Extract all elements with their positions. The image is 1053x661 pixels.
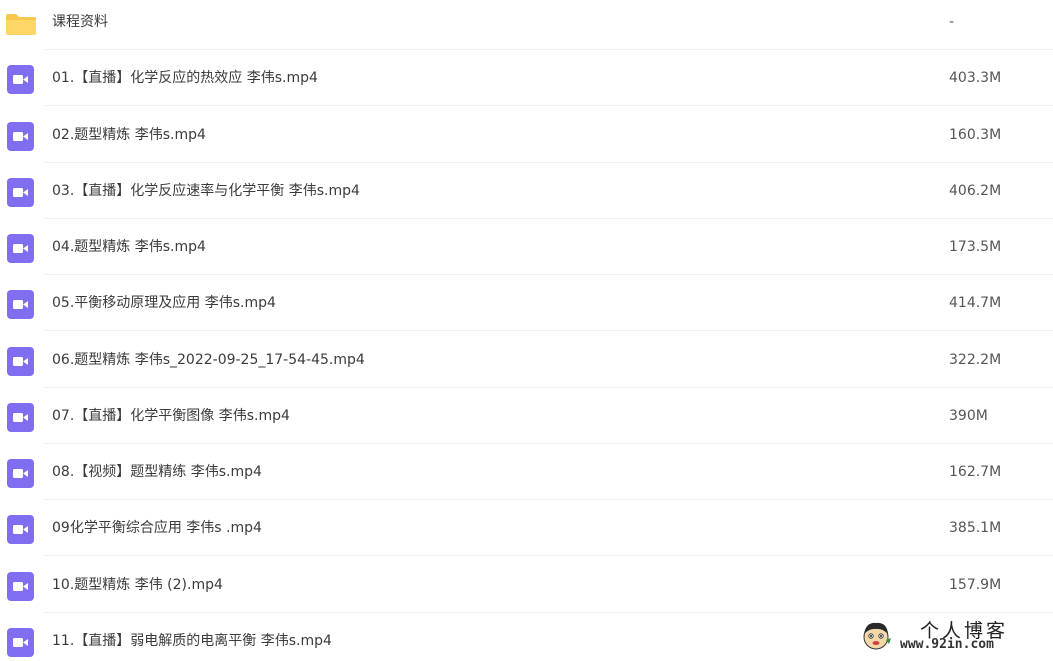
- file-row[interactable]: 10.题型精炼 李伟 (2).mp4 157.9M: [0, 557, 1053, 613]
- video-file-icon: [7, 65, 34, 94]
- file-size: 157.9M: [949, 577, 1002, 593]
- video-file-icon: [7, 572, 34, 601]
- file-size: 385.1M: [949, 520, 1002, 536]
- file-size: 406.2M: [949, 183, 1002, 199]
- row-divider: [44, 330, 1053, 331]
- file-name: 04.题型精炼 李伟s.mp4: [52, 239, 206, 255]
- file-size: 403.3M: [949, 70, 1002, 86]
- file-row[interactable]: 08.【视频】题型精练 李伟s.mp4 162.7M: [0, 444, 1053, 500]
- file-size: 390M: [949, 408, 988, 424]
- file-row[interactable]: 07.【直播】化学平衡图像 李伟s.mp4 390M: [0, 388, 1053, 444]
- file-name: 07.【直播】化学平衡图像 李伟s.mp4: [52, 408, 290, 424]
- file-row-folder[interactable]: 课程资料 -: [0, 0, 1053, 50]
- file-name: 02.题型精炼 李伟s.mp4: [52, 127, 206, 143]
- video-file-icon: [7, 628, 34, 657]
- file-size: 173.5M: [949, 239, 1002, 255]
- file-name: 10.题型精炼 李伟 (2).mp4: [52, 577, 223, 593]
- file-size: 322.2M: [949, 352, 1002, 368]
- video-file-icon: [7, 515, 34, 544]
- blog-watermark: 个人博客 www.92in.com: [858, 618, 1048, 656]
- file-name: 03.【直播】化学反应速率与化学平衡 李伟s.mp4: [52, 183, 360, 199]
- folder-icon: [5, 12, 37, 36]
- file-name: 06.题型精炼 李伟s_2022-09-25_17-54-45.mp4: [52, 352, 365, 368]
- video-file-icon: [7, 403, 34, 432]
- row-divider: [44, 555, 1053, 556]
- file-name: 05.平衡移动原理及应用 李伟s.mp4: [52, 295, 276, 311]
- row-divider: [44, 105, 1053, 106]
- video-file-icon: [7, 347, 34, 376]
- file-size: -: [949, 14, 955, 30]
- file-size: 414.7M: [949, 295, 1002, 311]
- file-row[interactable]: 01.【直播】化学反应的热效应 李伟s.mp4 403.3M: [0, 50, 1053, 106]
- video-file-icon: [7, 178, 34, 207]
- watermark-url: www.92in.com: [900, 637, 994, 652]
- file-row[interactable]: 03.【直播】化学反应速率与化学平衡 李伟s.mp4 406.2M: [0, 163, 1053, 219]
- file-name: 课程资料: [52, 14, 108, 30]
- file-name: 11.【直播】弱电解质的电离平衡 李伟s.mp4: [52, 633, 332, 649]
- file-row[interactable]: 06.题型精炼 李伟s_2022-09-25_17-54-45.mp4 322.…: [0, 332, 1053, 388]
- file-size: 162.7M: [949, 464, 1002, 480]
- cartoon-face-icon: [860, 620, 892, 656]
- file-row[interactable]: 02.题型精炼 李伟s.mp4 160.3M: [0, 107, 1053, 163]
- file-name: 01.【直播】化学反应的热效应 李伟s.mp4: [52, 70, 318, 86]
- video-file-icon: [7, 290, 34, 319]
- file-name: 08.【视频】题型精练 李伟s.mp4: [52, 464, 262, 480]
- video-file-icon: [7, 122, 34, 151]
- file-list: 课程资料 - 01.【直播】化学反应的热效应 李伟s.mp4 403.3M 02…: [0, 0, 1053, 658]
- file-size: 160.3M: [949, 127, 1002, 143]
- video-file-icon: [7, 234, 34, 263]
- file-row[interactable]: 05.平衡移动原理及应用 李伟s.mp4 414.7M: [0, 275, 1053, 331]
- file-name: 09化学平衡综合应用 李伟s .mp4: [52, 520, 262, 536]
- file-row[interactable]: 09化学平衡综合应用 李伟s .mp4 385.1M: [0, 500, 1053, 556]
- file-row[interactable]: 04.题型精炼 李伟s.mp4 173.5M: [0, 219, 1053, 275]
- video-file-icon: [7, 459, 34, 488]
